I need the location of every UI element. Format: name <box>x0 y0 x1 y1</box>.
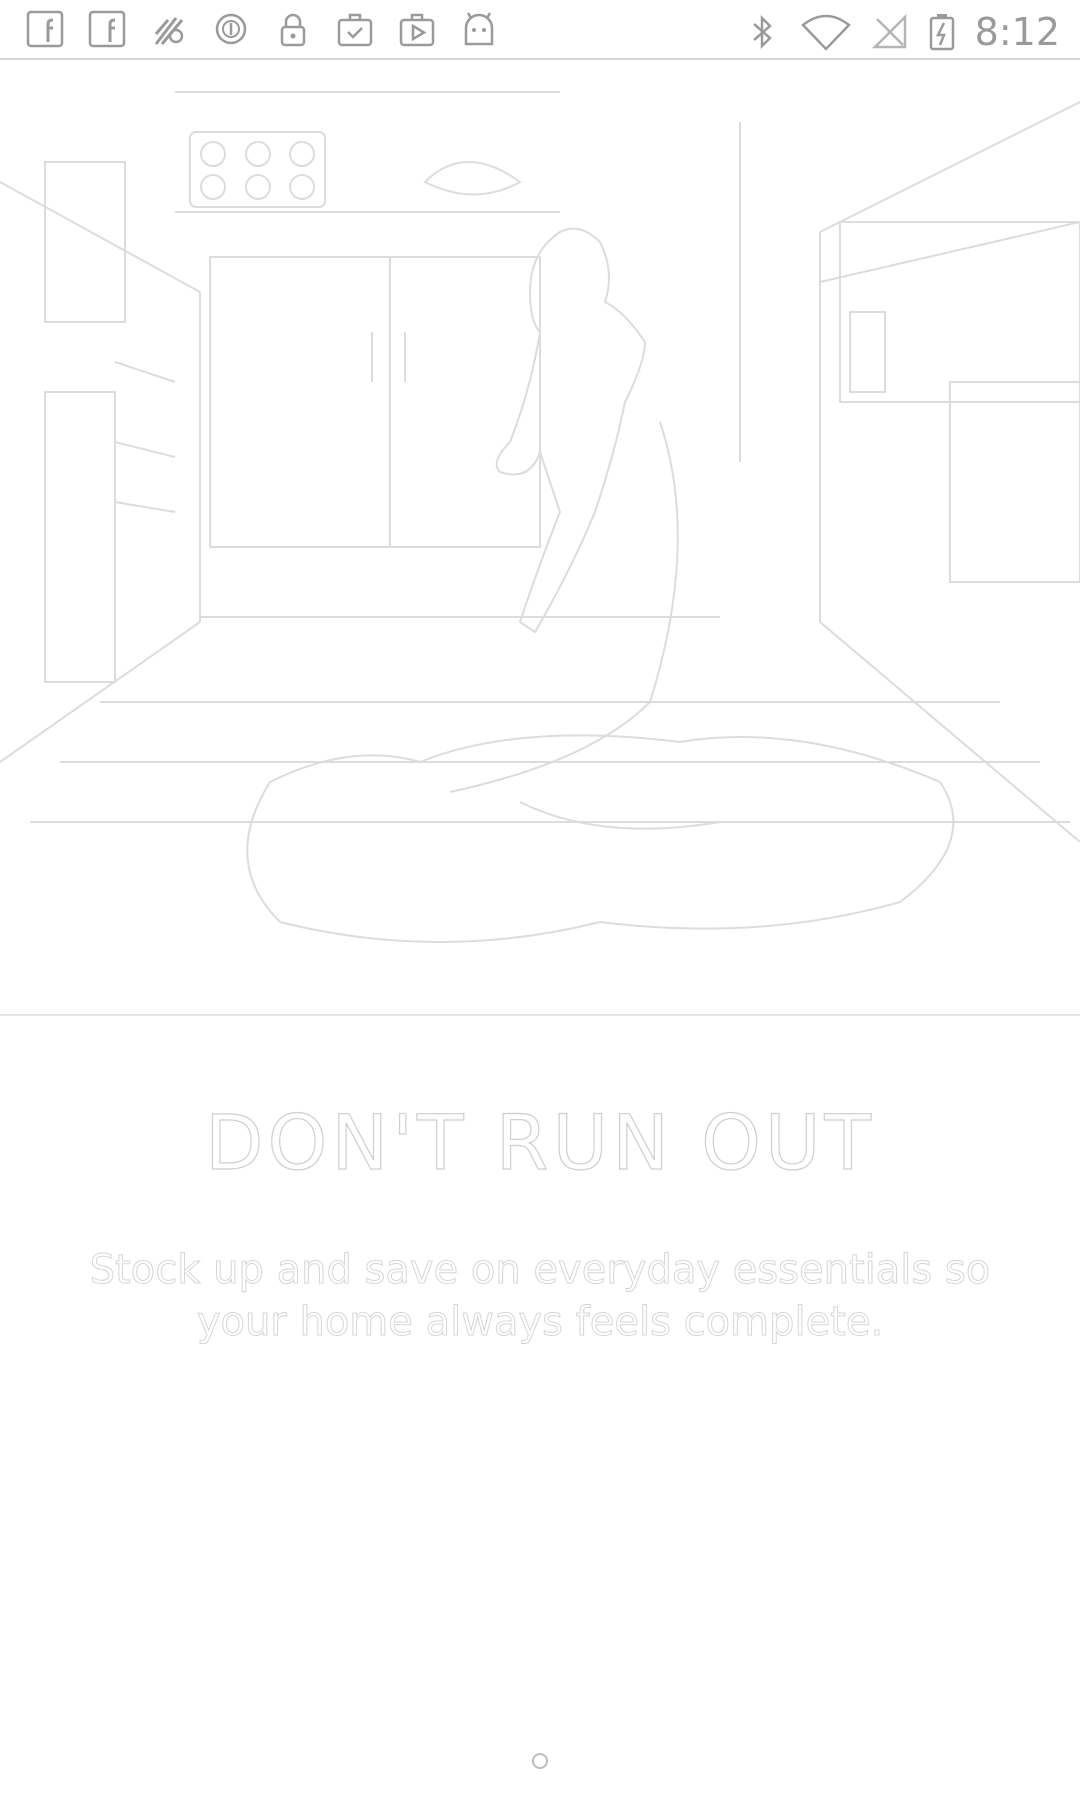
lock-icon <box>274 10 312 48</box>
onboarding-title: DON'T RUN OUT <box>204 1097 875 1187</box>
no-signal-icon <box>871 13 909 51</box>
bluetooth-icon <box>743 13 781 51</box>
fast-app-icon <box>150 10 188 48</box>
play-store-icon <box>398 10 436 48</box>
hallway-illustration <box>0 91 1080 943</box>
status-bar: 8:12 <box>0 0 1080 60</box>
vpn-icon <box>212 10 250 48</box>
page-indicator <box>0 1746 1080 1776</box>
android-icon <box>460 10 498 48</box>
system-icons: 8:12 <box>743 10 1060 54</box>
briefcase-check-icon <box>336 10 374 48</box>
onboarding-hero-image <box>0 62 1080 1016</box>
wifi-icon <box>800 13 851 51</box>
onboarding-subtitle: Stock up and save on everyday essentials… <box>89 1247 991 1346</box>
status-time: 8:12 <box>974 10 1060 54</box>
battery-charging-icon <box>929 13 955 51</box>
facebook-icon <box>26 10 64 48</box>
notification-icons <box>26 10 498 48</box>
facebook-icon <box>88 10 126 48</box>
page-indicator-dot[interactable] <box>532 1753 548 1769</box>
